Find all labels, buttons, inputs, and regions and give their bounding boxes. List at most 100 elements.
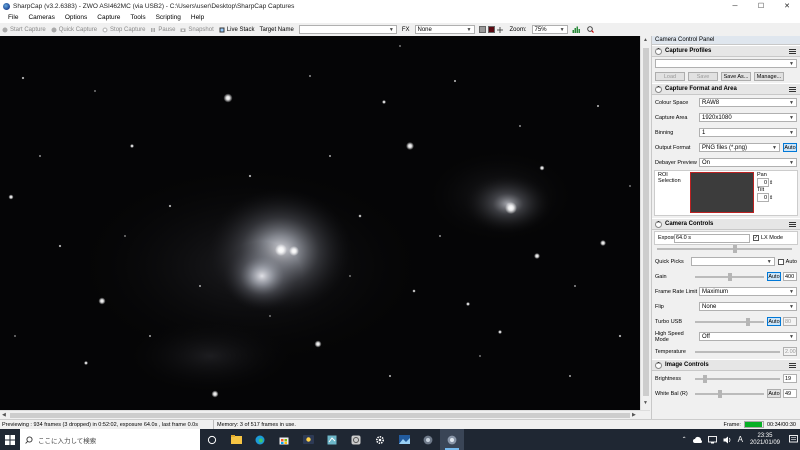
target-name-combo[interactable]: ▼ — [298, 25, 397, 34]
menu-capture[interactable]: Capture — [92, 14, 125, 21]
turbo-auto-button[interactable]: Auto — [767, 317, 781, 326]
turbo-knob[interactable] — [746, 318, 750, 326]
menu-scripting[interactable]: Scripting — [151, 14, 186, 21]
exposure-auto-checkbox[interactable] — [777, 258, 784, 265]
histogram-button[interactable] — [572, 26, 582, 33]
live-stack-button[interactable]: Live Stack — [219, 27, 254, 33]
scroll-right-icon[interactable]: ▶ — [632, 412, 636, 418]
volume-icon[interactable] — [723, 436, 732, 444]
taskbar-app-disc[interactable] — [344, 429, 368, 450]
capture-profiles-header[interactable]: ⌃ Capture Profiles — [652, 45, 800, 57]
taskbar-app-sharpcap-b[interactable] — [440, 429, 464, 450]
taskbar-search-box[interactable]: ここに入力して検索 — [20, 429, 200, 450]
gain-knob[interactable] — [728, 273, 732, 281]
output-auto-button[interactable]: Auto — [783, 143, 797, 152]
scroll-left-icon[interactable]: ◀ — [2, 412, 6, 418]
taskbar-settings[interactable] — [368, 429, 392, 450]
brightness-value[interactable]: 19 — [783, 374, 797, 383]
reticule-button[interactable] — [496, 26, 505, 33]
collapse-icon[interactable]: ⌃ — [655, 361, 662, 369]
brightness-knob[interactable] — [703, 375, 707, 383]
menu-cameras[interactable]: Cameras — [23, 14, 59, 21]
taskbar-edge[interactable] — [248, 429, 272, 450]
onedrive-cloud-icon[interactable] — [692, 436, 702, 444]
section-menu-icon[interactable] — [789, 48, 796, 54]
taskbar-explorer[interactable] — [224, 429, 248, 450]
quick-capture-button[interactable]: Quick Capture — [51, 27, 97, 33]
grey-swatch-button[interactable] — [478, 26, 486, 33]
spin-icon[interactable]: ⇕ — [769, 195, 773, 201]
gain-slider[interactable] — [695, 272, 764, 281]
capture-format-header[interactable]: ⌃ Capture Format and Area — [652, 83, 800, 95]
brightness-slider[interactable] — [695, 374, 780, 383]
stop-capture-button[interactable]: Stop Capture — [102, 27, 145, 33]
snapshot-button[interactable]: Snapshot — [180, 27, 214, 33]
zoom-tool-button[interactable] — [586, 26, 597, 33]
zoom-combo[interactable]: 75% ▼ — [531, 25, 568, 34]
high-speed-combo[interactable]: Off ▼ — [699, 332, 797, 341]
save-as-button[interactable]: Save As... — [721, 72, 751, 81]
menu-help[interactable]: Help — [186, 14, 209, 21]
section-menu-icon[interactable] — [789, 362, 796, 368]
viewer-vertical-scrollbar[interactable]: ▲ ▼ — [640, 36, 650, 410]
collapse-icon[interactable]: ⌃ — [655, 85, 662, 93]
taskbar-app-stars[interactable] — [296, 429, 320, 450]
section-menu-icon[interactable] — [789, 86, 796, 92]
menu-tools[interactable]: Tools — [125, 14, 150, 21]
red-swatch-button[interactable] — [487, 26, 495, 33]
profile-combo[interactable]: ▼ — [655, 59, 797, 68]
save-button[interactable]: Save — [688, 72, 718, 81]
tilt-value[interactable]: 0 — [757, 193, 769, 202]
exposure-value[interactable]: 64.0 s — [674, 233, 750, 243]
frame-rate-combo[interactable]: Maximum ▼ — [699, 287, 797, 296]
image-viewer[interactable] — [0, 36, 640, 410]
turbo-usb-value[interactable]: 80 — [783, 317, 797, 326]
menu-options[interactable]: Options — [60, 14, 92, 21]
taskbar-app-photo[interactable] — [392, 429, 416, 450]
horizontal-scroll-thumb[interactable] — [10, 413, 630, 418]
taskbar-app-sharpcap-a[interactable] — [416, 429, 440, 450]
roi-preview[interactable] — [690, 172, 754, 213]
camera-controls-header[interactable]: ⌃ Camera Controls — [652, 218, 800, 230]
manage-button[interactable]: Manage... — [754, 72, 784, 81]
start-button[interactable] — [0, 429, 20, 450]
capture-area-combo[interactable]: 1920x1080 ▼ — [699, 113, 797, 122]
fx-combo[interactable]: None ▼ — [414, 25, 475, 34]
quick-picks-combo[interactable]: ▼ — [691, 257, 775, 266]
pan-value[interactable]: 0 — [757, 178, 769, 187]
pause-button[interactable]: Pause — [150, 27, 175, 33]
turbo-usb-slider[interactable] — [695, 317, 764, 326]
exposure-slider[interactable] — [657, 245, 792, 254]
taskbar-clock[interactable]: 23:35 2021/01/09 — [750, 433, 780, 447]
minimize-button[interactable]: ─ — [722, 0, 748, 12]
menu-file[interactable]: File — [3, 14, 23, 21]
load-button[interactable]: Load — [655, 72, 685, 81]
debayer-combo[interactable]: On ▼ — [699, 158, 797, 167]
gain-auto-button[interactable]: Auto — [767, 272, 781, 281]
maximize-button[interactable]: ☐ — [748, 0, 774, 12]
lx-mode-checkbox[interactable]: ✓ — [753, 235, 759, 241]
chevron-up-icon[interactable]: ⌃ — [682, 436, 687, 443]
output-format-combo[interactable]: PNG files (*.png) ▼ — [699, 143, 780, 152]
taskbar-app-chart[interactable] — [320, 429, 344, 450]
binning-combo[interactable]: 1 ▼ — [699, 128, 797, 137]
collapse-icon[interactable]: ⌃ — [655, 47, 662, 55]
image-controls-header[interactable]: ⌃ Image Controls — [652, 359, 800, 371]
scroll-down-icon[interactable]: ▼ — [643, 400, 648, 406]
section-menu-icon[interactable] — [789, 221, 796, 227]
wb-auto-button[interactable]: Auto — [767, 389, 781, 398]
close-button[interactable]: ✕ — [774, 0, 800, 12]
white-balance-value[interactable]: 49 — [783, 389, 797, 398]
notifications-button[interactable] — [786, 429, 800, 450]
wb-knob[interactable] — [718, 390, 722, 398]
start-capture-button[interactable]: Start Capture — [2, 27, 46, 33]
gain-value[interactable]: 400 — [783, 272, 797, 281]
colour-space-combo[interactable]: RAW8 ▼ — [699, 98, 797, 107]
viewer-horizontal-scrollbar[interactable]: ◀ ▶ — [0, 410, 650, 419]
scroll-up-icon[interactable]: ▲ — [643, 37, 648, 43]
flip-combo[interactable]: None ▼ — [699, 302, 797, 311]
white-balance-slider[interactable] — [695, 389, 764, 398]
task-view-button[interactable] — [200, 429, 224, 450]
network-icon[interactable] — [707, 435, 717, 444]
spin-icon[interactable]: ⇕ — [769, 180, 773, 186]
